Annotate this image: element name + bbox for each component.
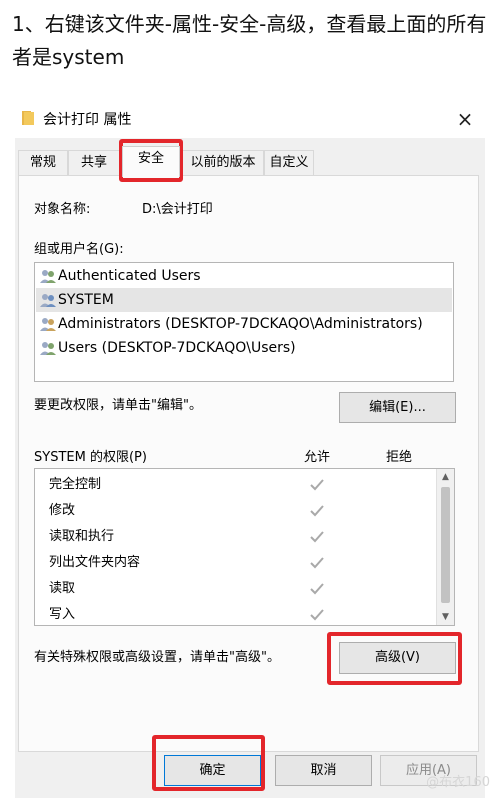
properties-dialog: 会计打印 属性 × 常规 共享 安全 以前的版本 自定义 对象名称: D:\会计…	[15, 100, 485, 798]
permission-name: 写入	[49, 607, 76, 622]
users-listbox[interactable]: Authenticated Users SYSTEM Administrator…	[34, 262, 454, 382]
allow-check-icon	[310, 505, 324, 517]
user-name: Administrators (DESKTOP-7DCKAQO\Administ…	[58, 316, 423, 332]
user-group-icon	[40, 318, 56, 331]
scroll-up-arrow-icon[interactable]: ▲	[437, 469, 454, 485]
dialog-title: 会计打印 属性	[43, 112, 132, 128]
title-bar: 会计打印 属性 ×	[15, 100, 485, 138]
user-name: SYSTEM	[58, 292, 114, 308]
scroll-down-arrow-icon[interactable]: ▼	[437, 609, 454, 625]
advanced-hint: 有关特殊权限或高级设置，请单击"高级"。	[34, 650, 280, 665]
tab-sharing[interactable]: 共享	[68, 150, 120, 176]
user-group-icon	[40, 342, 56, 355]
tab-security[interactable]: 安全	[122, 146, 180, 177]
groups-label: 组或用户名(G):	[34, 242, 124, 257]
permissions-header: SYSTEM 的权限(P)	[34, 450, 147, 465]
permission-row: 读取和执行	[36, 524, 421, 550]
permission-name: 完全控制	[49, 477, 102, 492]
user-group-icon	[40, 270, 56, 283]
permission-row: 修改	[36, 498, 421, 524]
permissions-list[interactable]: 完全控制 修改 读取和执行 列出文件夹内容 读取 写入 ▲ ▼	[34, 468, 455, 626]
permission-name: 读取和执行	[49, 529, 115, 544]
user-name: Users (DESKTOP-7DCKAQO\Users)	[58, 340, 296, 356]
permission-name: 读取	[49, 581, 76, 596]
tab-general[interactable]: 常规	[18, 150, 68, 176]
permission-name: 修改	[49, 503, 76, 518]
close-button[interactable]: ×	[445, 102, 485, 136]
allow-check-icon	[310, 479, 324, 491]
allow-check-icon	[310, 531, 324, 543]
permissions-scrollbar[interactable]: ▲ ▼	[436, 469, 454, 625]
highlight-ok-button	[152, 735, 265, 791]
user-row-system[interactable]: SYSTEM	[36, 288, 452, 312]
permission-row: 完全控制	[36, 472, 421, 498]
edit-hint: 要更改权限，请单击"编辑"。	[34, 398, 202, 413]
allow-check-icon	[310, 557, 324, 569]
instruction-text: 1、右键该文件夹-属性-安全-高级，查看最上面的所有者是system	[12, 12, 487, 69]
user-group-icon	[40, 294, 56, 307]
allow-column-header: 允许	[304, 450, 331, 465]
tab-customize[interactable]: 自定义	[264, 150, 314, 176]
object-name-value: D:\会计打印	[142, 202, 213, 217]
highlight-advanced-button	[327, 632, 462, 685]
scroll-thumb[interactable]	[441, 487, 450, 603]
permission-row: 列出文件夹内容	[36, 550, 421, 576]
folder-icon	[22, 111, 34, 125]
deny-column-header: 拒绝	[386, 450, 413, 465]
permission-row: 读取	[36, 576, 421, 602]
user-row-users[interactable]: Users (DESKTOP-7DCKAQO\Users)	[36, 336, 452, 360]
watermark-text: @布衣160	[426, 775, 490, 790]
edit-button[interactable]: 编辑(E)...	[339, 392, 456, 423]
allow-check-icon	[310, 583, 324, 595]
permission-name: 列出文件夹内容	[49, 555, 141, 570]
tab-previous-versions[interactable]: 以前的版本	[182, 150, 264, 176]
user-row-administrators[interactable]: Administrators (DESKTOP-7DCKAQO\Administ…	[36, 312, 452, 336]
cancel-button[interactable]: 取消	[275, 755, 372, 786]
user-name: Authenticated Users	[58, 268, 201, 284]
user-row-authenticated-users[interactable]: Authenticated Users	[36, 264, 452, 288]
object-name-label: 对象名称:	[34, 202, 91, 217]
allow-check-icon	[310, 609, 324, 621]
permission-row: 写入	[36, 602, 421, 628]
tab-strip: 常规 共享 安全 以前的版本 自定义	[18, 146, 478, 177]
